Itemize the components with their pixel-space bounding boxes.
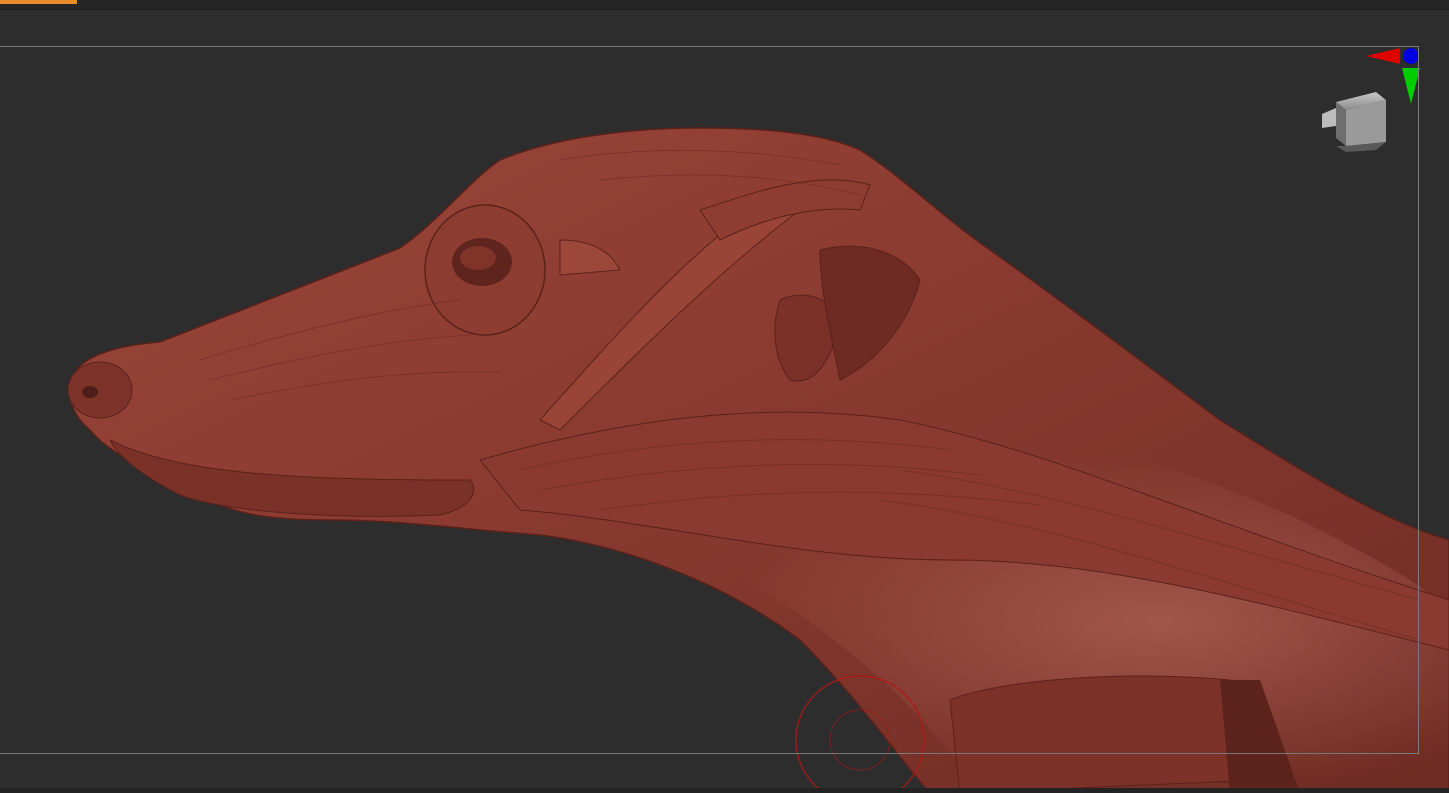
y-axis-arrow — [1402, 68, 1420, 104]
x-axis-arrow — [1366, 48, 1400, 64]
navigation-cube[interactable] — [1322, 92, 1386, 152]
z-axis-dot — [1403, 48, 1419, 64]
zbrush-window — [0, 0, 1449, 793]
viewport-drawing[interactable] — [0, 0, 1449, 793]
bottom-shelf — [0, 788, 1449, 793]
sculpt-model[interactable] — [67, 127, 1449, 793]
